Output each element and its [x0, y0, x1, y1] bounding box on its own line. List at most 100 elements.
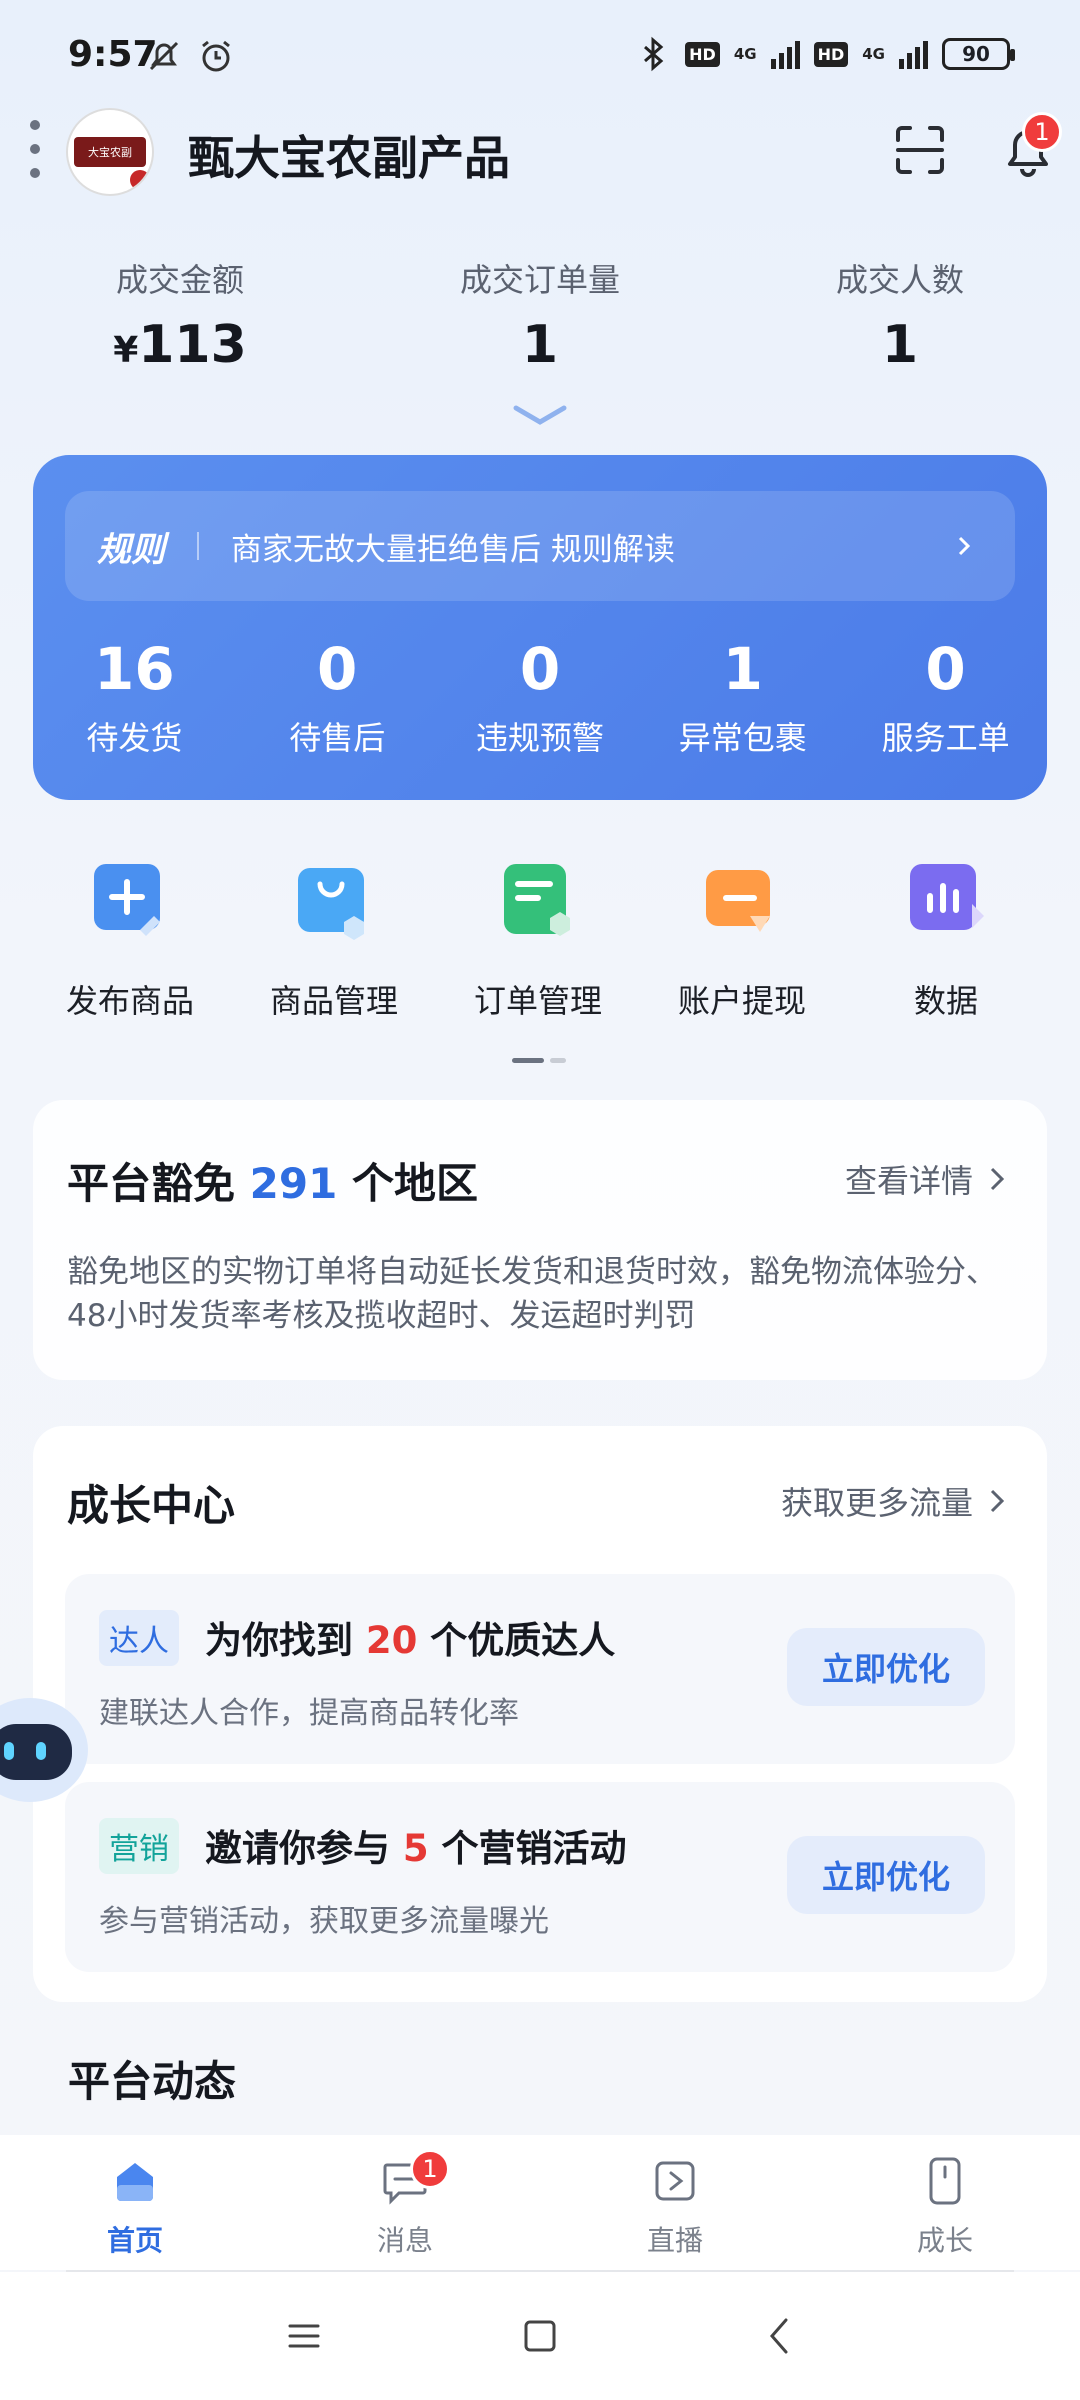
robot-assistant-icon[interactable]	[0, 1680, 90, 1810]
work-count: 0	[925, 635, 966, 703]
signal-icon	[770, 39, 800, 69]
task-subtitle: 参与营销活动，获取更多流量曝光	[99, 1904, 549, 1939]
work-label: 待发货	[86, 719, 183, 757]
network-type-2: 4G	[862, 45, 885, 63]
exempt-description: 豁免地区的实物订单将自动延长发货和退货时效，豁免物流体验分、48小时发货率考核及…	[67, 1254, 997, 1334]
work-label: 服务工单	[881, 719, 1010, 757]
tab-home[interactable]: 首页	[0, 2135, 270, 2270]
publish-plus-icon	[94, 864, 160, 936]
app-header: 大宝农副 甄大宝农副产品 1	[0, 100, 1080, 210]
app-order-manage[interactable]: 订单管理	[436, 860, 640, 1022]
work-label: 违规预警	[475, 719, 604, 757]
app-label: 发布商品	[65, 982, 194, 1020]
task-count: 5	[402, 1827, 429, 1870]
work-count: 0	[519, 635, 561, 703]
task-influencer[interactable]: 达人 为你找到 20 个优质达人 建联达人合作，提高商品转化率 立即优化	[65, 1574, 1015, 1764]
platform-dynamics-title: 平台动态	[68, 2057, 237, 2106]
growth-center-card: 成长中心 获取更多流量 达人 为你找到 20 个优质达人 建联达人合作，提高商品…	[33, 1426, 1047, 2002]
optimize-button[interactable]: 立即优化	[787, 1628, 985, 1706]
logo-verified-badge	[130, 170, 150, 190]
live-play-icon	[655, 2161, 695, 2201]
workbench-card: 规则 商家无故大量拒绝售后 规则解读 16 待发货 0 待售后 0 违规预警 1 异常包…	[33, 455, 1047, 800]
sales-stats: 成交金额 ¥113 成交订单量 1 成交人数 1	[0, 255, 1080, 375]
exempt-count: 291	[249, 1159, 338, 1208]
app-label: 账户提现	[677, 982, 806, 1020]
tab-growth[interactable]: 成长	[810, 2135, 1080, 2270]
network-type: 4G	[733, 45, 757, 63]
bluetooth-icon	[644, 36, 664, 72]
exempt-title: 平台豁免 291 个地区	[67, 1159, 478, 1208]
growth-phone-icon	[929, 2157, 961, 2205]
scan-icon[interactable]	[888, 118, 952, 182]
battery-indicator: 90	[942, 38, 1015, 70]
view-details-link[interactable]: 查看详情	[845, 1156, 1007, 1202]
tab-label: 消息	[376, 2224, 433, 2257]
stat-label: 成交金额	[115, 261, 244, 299]
task-title: 为你找到 20 个优质达人	[205, 1619, 616, 1662]
chevron-right-icon	[958, 536, 971, 556]
hd-badge: HD	[685, 41, 720, 67]
growth-title: 成长中心	[67, 1481, 236, 1530]
rule-text: 商家无故大量拒绝售后 规则解读	[231, 531, 675, 568]
home-icon	[117, 2163, 153, 2201]
work-abnormal-package[interactable]: 1 异常包裹	[641, 635, 844, 759]
work-pending-aftersale[interactable]: 0 待售后	[236, 635, 439, 759]
home-square-icon[interactable]	[516, 2312, 564, 2360]
task-count: 20	[365, 1619, 418, 1662]
stat-value: 1	[521, 315, 559, 375]
more-dots-icon[interactable]	[30, 120, 40, 178]
shop-logo[interactable]: 大宝农副	[66, 108, 154, 196]
app-account-withdraw[interactable]: 账户提现	[640, 860, 844, 1022]
optimize-button[interactable]: 立即优化	[787, 1836, 985, 1914]
wallet-icon	[706, 870, 770, 932]
stat-orders[interactable]: 成交订单量 1	[360, 255, 720, 375]
back-icon[interactable]	[756, 2312, 804, 2360]
work-label: 异常包裹	[678, 719, 807, 757]
rule-tag: 规则	[97, 529, 165, 570]
currency-symbol: ¥	[113, 330, 139, 371]
logo-text: 大宝农副	[88, 146, 132, 159]
notification-badge: 1	[1022, 112, 1062, 152]
signal-icon-2	[899, 39, 928, 69]
work-pending-ship[interactable]: 16 待发货	[33, 635, 236, 759]
stat-label: 成交人数	[835, 261, 964, 299]
task-subtitle: 建联达人合作，提高商品转化率	[99, 1696, 519, 1731]
task-title: 邀请你参与 5 个营销活动	[205, 1827, 627, 1870]
exempt-regions-card[interactable]: 平台豁免 291 个地区 查看详情 豁免地区的实物订单将自动延长发货和退货时效，…	[33, 1100, 1047, 1380]
app-product-manage[interactable]: 商品管理	[232, 860, 436, 1022]
task-marketing[interactable]: 营销 邀请你参与 5 个营销活动 参与营销活动，获取更多流量曝光 立即优化	[65, 1782, 1015, 1972]
page-indicator	[512, 1058, 566, 1063]
bottom-tab-bar: 首页 消息 1 直播 成长	[0, 2135, 1080, 2270]
tab-live[interactable]: 直播	[540, 2135, 810, 2270]
shopping-bag-icon	[298, 868, 364, 940]
stat-label: 成交订单量	[459, 261, 620, 299]
rule-banner[interactable]: 规则 商家无故大量拒绝售后 规则解读	[65, 491, 1015, 601]
stat-value: 1	[881, 315, 919, 375]
tab-label: 直播	[646, 2224, 703, 2257]
chevron-right-icon	[990, 1489, 1005, 1513]
shop-name[interactable]: 甄大宝农副产品	[188, 122, 510, 188]
tab-label: 成长	[916, 2224, 973, 2257]
chevron-down-icon[interactable]	[510, 400, 570, 430]
task-tag: 营销	[99, 1818, 179, 1874]
app-label: 商品管理	[269, 982, 398, 1020]
tab-messages[interactable]: 消息 1	[270, 2135, 540, 2270]
work-service-ticket[interactable]: 0 服务工单	[844, 635, 1047, 759]
chevron-right-icon	[990, 1167, 1005, 1191]
app-publish-product[interactable]: 发布商品	[28, 860, 232, 1022]
app-data[interactable]: 数据	[844, 860, 1048, 1022]
work-label: 待售后	[289, 719, 386, 757]
quick-apps: 发布商品 商品管理 订单管理 账户提现 数据	[0, 860, 1080, 1022]
stat-value: 113	[138, 315, 247, 375]
system-nav-bar	[0, 2272, 1080, 2400]
stat-amount[interactable]: 成交金额 ¥113	[0, 255, 360, 375]
work-count: 1	[722, 635, 763, 703]
mute-bell-icon	[149, 41, 179, 71]
menu-icon[interactable]	[280, 2312, 328, 2360]
work-violation-warning[interactable]: 0 违规预警	[439, 635, 642, 759]
work-count: 16	[94, 635, 175, 703]
stat-buyers[interactable]: 成交人数 1	[720, 255, 1080, 375]
app-label: 订单管理	[473, 982, 602, 1020]
status-bar: 9:57 HD 4G HD 4G 90	[0, 0, 1080, 110]
more-traffic-link[interactable]: 获取更多流量	[781, 1478, 1007, 1524]
